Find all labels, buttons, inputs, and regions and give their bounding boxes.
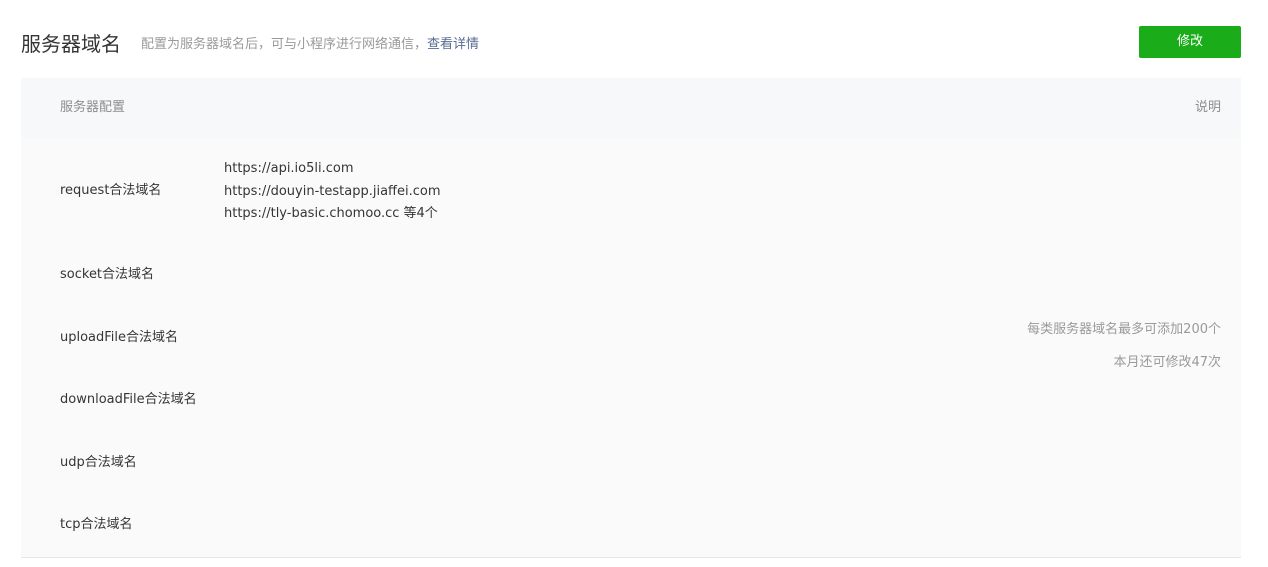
domain-item-text: https://tly-basic.chomoo.cc [224, 206, 400, 221]
table-header: 服务器配置 说明 [21, 78, 1241, 138]
row-label-udp: udp合法域名 [60, 455, 137, 470]
note-edit-remaining: 本月还可修改47次 [1113, 355, 1221, 370]
domain-item: https://douyin-testapp.jiaffei.com [224, 183, 441, 199]
view-details-link[interactable]: 查看详情 [427, 37, 479, 52]
row-label-downloadfile: downloadFile合法域名 [60, 392, 197, 407]
request-domain-list: https://api.io5li.com https://douyin-tes… [224, 158, 441, 226]
domain-item: https://api.io5li.com [224, 161, 354, 176]
row-label-uploadfile: uploadFile合法域名 [60, 330, 179, 345]
section-description: 配置为服务器域名后，可与小程序进行网络通信，查看详情 [141, 36, 479, 54]
edit-button[interactable]: 修改 [1139, 26, 1241, 58]
section-description-text: 配置为服务器域名后，可与小程序进行网络通信， [141, 37, 428, 52]
row-label-request: request合法域名 [60, 183, 162, 198]
note-domain-limit: 每类服务器域名最多可添加200个 [1027, 322, 1221, 337]
domain-more-count: 等4个 [403, 206, 438, 221]
server-domain-page: 服务器域名 配置为服务器域名后，可与小程序进行网络通信，查看详情 修改 服务器配… [0, 0, 1268, 567]
section-title: 服务器域名 [21, 32, 121, 56]
section-header: 服务器域名 配置为服务器域名后，可与小程序进行网络通信，查看详情 修改 [21, 26, 1241, 62]
row-label-socket: socket合法域名 [60, 267, 155, 282]
column-header-config: 服务器配置 [60, 100, 126, 115]
row-label-tcp: tcp合法域名 [60, 517, 133, 532]
server-config-table: 服务器配置 说明 request合法域名 https://api.io5li.c… [21, 78, 1241, 558]
column-header-notes: 说明 [1194, 100, 1221, 115]
domain-item: https://tly-basic.chomoo.cc 等4个 [224, 203, 441, 226]
